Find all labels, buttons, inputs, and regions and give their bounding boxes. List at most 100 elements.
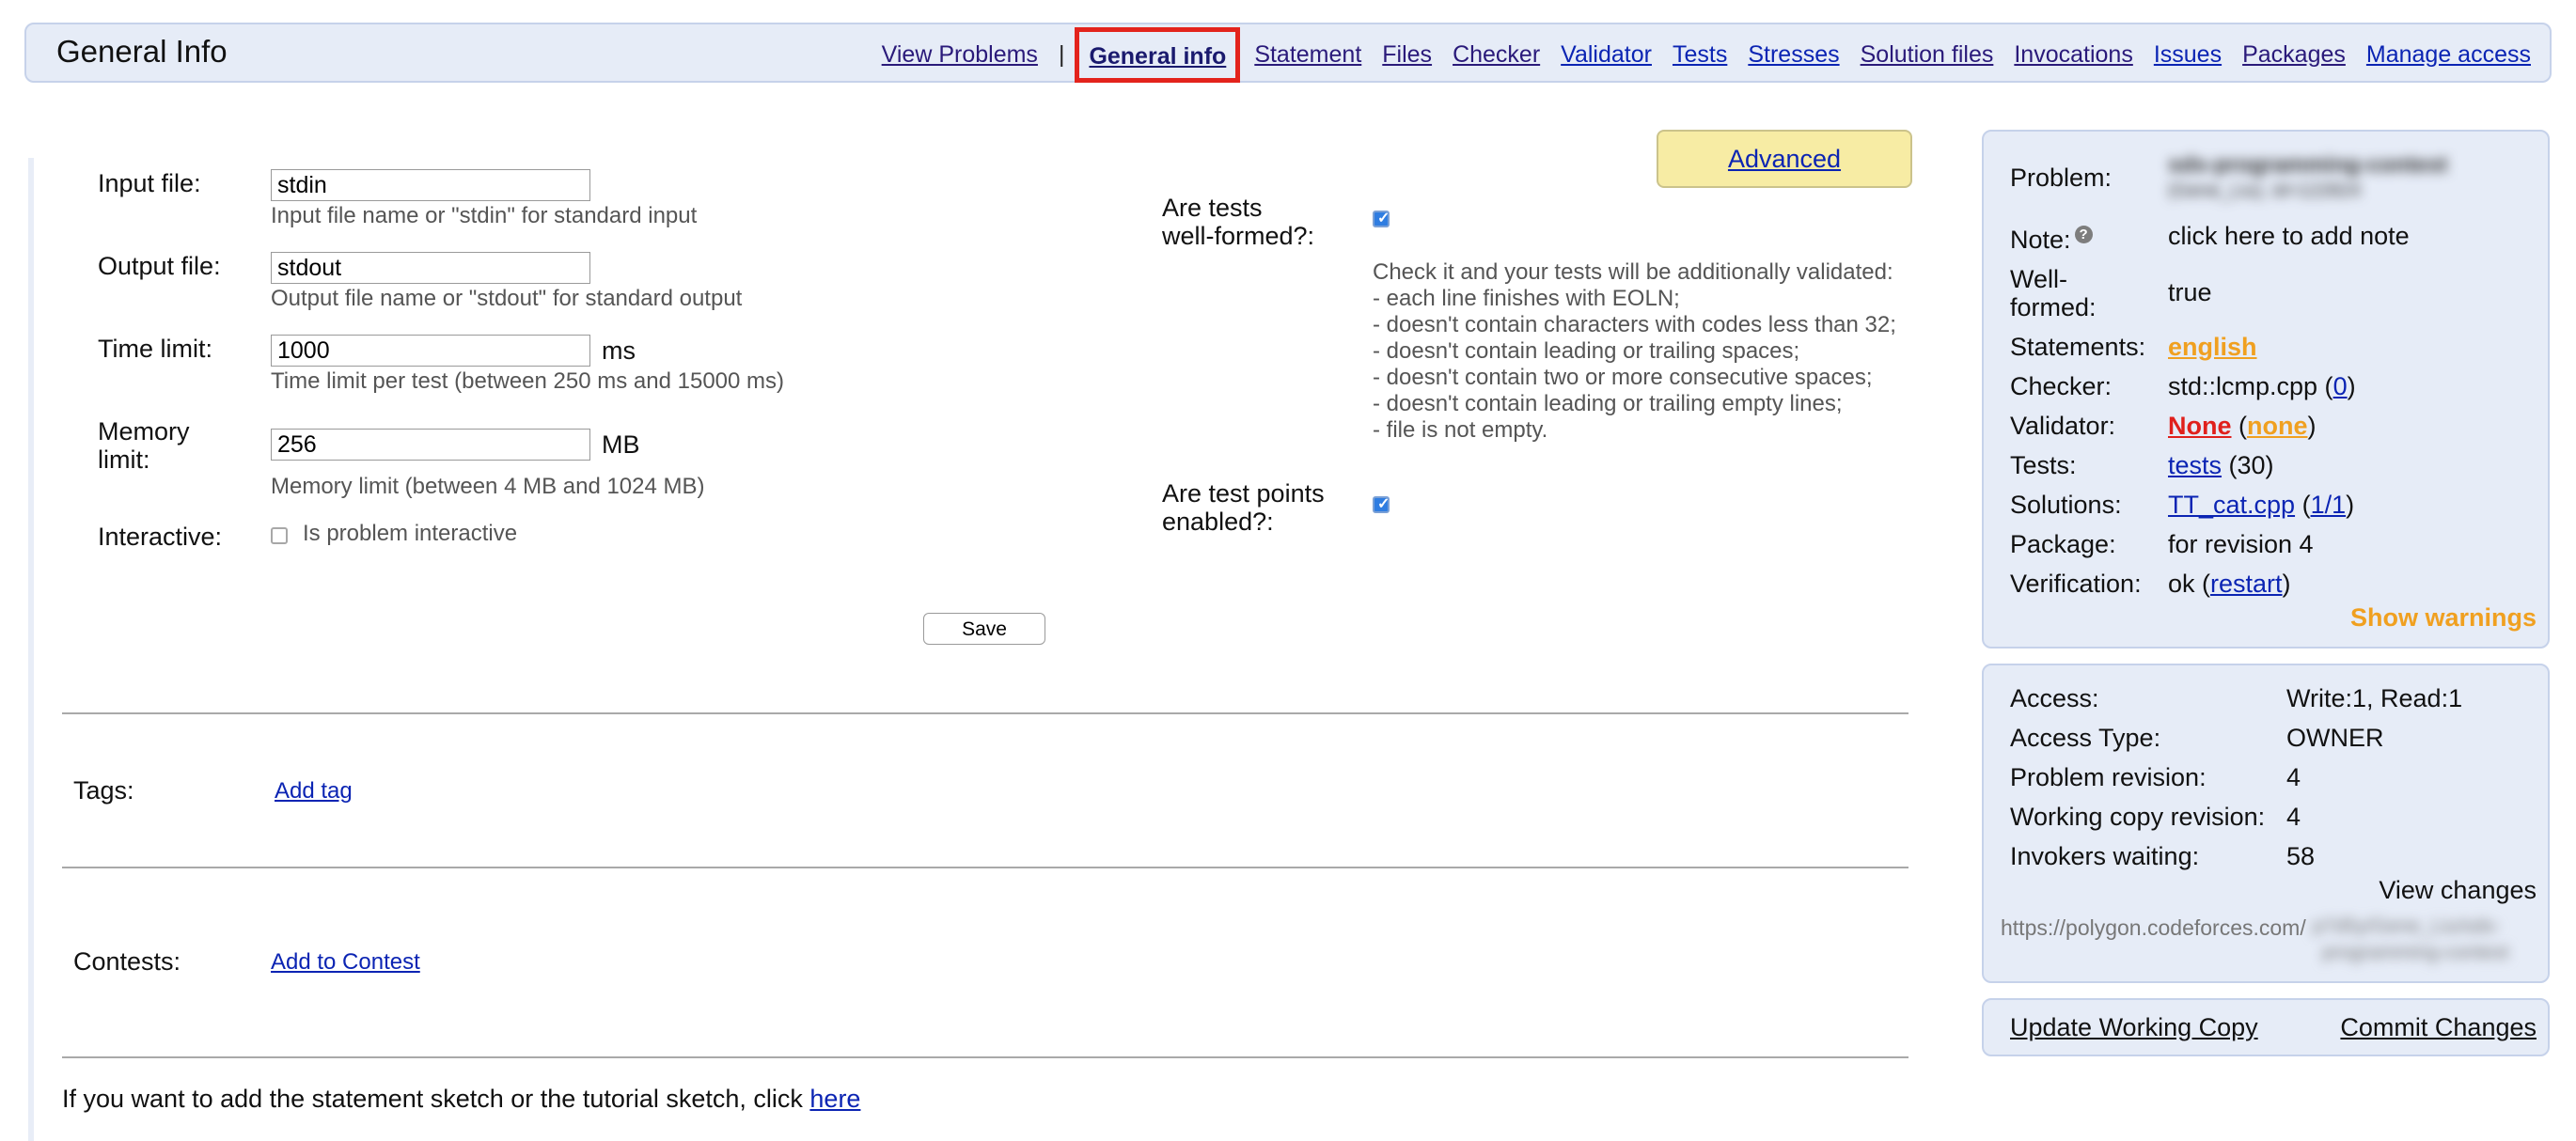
add-to-contest-link[interactable]: Add to Contest [271,949,420,976]
wellformed-value: true [2168,278,2212,306]
description-line: - file is not empty. [1373,417,1548,443]
input-file-label: Input file: [98,169,201,197]
description-line: - doesn't contain leading or trailing em… [1373,391,1843,416]
nav-packages[interactable]: Packages [2242,41,2346,69]
interactive-label: Interactive: [98,523,223,551]
package-label: Package: [2010,530,2116,558]
add-tag-link[interactable]: Add tag [275,778,353,805]
validator-extra-link[interactable]: none [2247,412,2308,440]
nav-validator[interactable]: Validator [1561,41,1652,69]
time-limit-field[interactable] [271,335,590,367]
problem-name-blurred: sds-programming-contest [2168,152,2448,178]
validator-open: ( [2231,412,2247,440]
divider [62,867,1908,868]
save-button[interactable]: Save [923,613,1045,645]
output-file-field[interactable] [271,252,590,284]
tests-wellformed-label-1: Are tests [1162,194,1263,222]
advanced-button[interactable]: Advanced [1657,130,1912,188]
problem-label: Problem: [2010,164,2113,192]
divider [62,712,1908,714]
access-type-label: Access Type: [2010,724,2161,752]
test-points-label-1: Are test points [1162,479,1325,508]
nav-general-info[interactable]: General info [1075,26,1241,83]
working-copy-label: Working copy revision: [2010,803,2266,831]
access-panel: Access: Write:1, Read:1 Access Type: OWN… [1982,664,2550,983]
checker-value: std::lcmp.cpp ( [2168,372,2333,400]
polygon-url-blurred-2: programming-contest [2322,942,2509,963]
page-title: General Info [56,34,228,69]
problem-info-panel: Problem: sds-programming-contest (Gene_L… [1982,130,2550,649]
solutions-close: ) [2346,491,2355,519]
memory-limit-hint: Memory limit (between 4 MB and 1024 MB) [271,474,705,499]
help-icon[interactable]: ? [2074,226,2093,243]
footer-text-line: If you want to add the statement sketch … [62,1085,860,1114]
nav-issues[interactable]: Issues [2154,41,2222,69]
nav-tests[interactable]: Tests [1673,41,1727,69]
access-label: Access: [2010,684,2099,712]
checker-close: ) [2347,372,2356,400]
left-border [28,158,34,1141]
nav-invocations[interactable]: Invocations [2014,41,2132,69]
nav-view-problems[interactable]: View Problems [882,41,1038,69]
problem-revision-label: Problem revision: [2010,763,2207,791]
footer-text: If you want to add the statement sketch … [62,1085,810,1113]
polygon-url-prefix: https://polygon.codeforces.com/ [2001,915,2306,940]
add-note-link[interactable]: click here to add note [2168,222,2410,251]
validator-value-line: None (none) [2168,412,2317,441]
description-line: Check it and your tests will be addition… [1373,259,1893,285]
show-warnings-link[interactable]: Show warnings [2350,603,2537,633]
verification-label: Verification: [2010,570,2142,598]
tags-label: Tags: [73,776,134,805]
validator-none-link[interactable]: None [2168,412,2232,440]
contests-label: Contests: [73,947,181,976]
tests-label: Tests: [2010,451,2077,479]
verification-value: ok ( [2168,570,2211,598]
nav-separator: | [1058,40,1065,68]
nav-manage-access[interactable]: Manage access [2366,41,2531,69]
nav-files[interactable]: Files [1382,41,1432,69]
divider [62,1056,1908,1058]
solutions-ratio-link[interactable]: 1/1 [2311,491,2347,519]
interactive-checkbox[interactable] [271,527,288,544]
validator-close: ) [2307,412,2317,440]
memory-limit-label-1: Memory [98,417,190,445]
description-line: - doesn't contain leading or trailing sp… [1373,338,1800,364]
nav-stresses[interactable]: Stresses [1748,41,1839,69]
wellformed-description: Check it and your tests will be addition… [1373,259,1896,444]
nav-statement[interactable]: Statement [1254,41,1361,69]
interactive-checkbox-label: Is problem interactive [303,521,518,546]
wellformed-label-2: formed: [2010,293,2097,321]
test-points-label-2: enabled?: [1162,508,1274,536]
access-value: Write:1, Read:1 [2286,684,2463,712]
output-file-label: Output file: [98,252,221,280]
note-label: Note: [2010,226,2071,254]
memory-limit-label-2: limit: [98,445,150,474]
access-type-value: OWNER [2286,724,2384,752]
description-line: - doesn't contain characters with codes … [1373,312,1896,337]
update-working-copy-link[interactable]: Update Working Copy [2010,1013,2258,1042]
view-changes-link[interactable]: View changes [2379,876,2537,905]
nav-solution-files[interactable]: Solution files [1861,41,1994,69]
time-limit-unit: ms [602,336,636,365]
output-file-hint: Output file name or "stdout" for standar… [271,286,743,311]
input-file-field[interactable] [271,169,590,201]
test-points-checkbox[interactable]: ✓ [1373,496,1390,513]
nav-checker[interactable]: Checker [1453,41,1540,69]
footer-here-link[interactable]: here [809,1085,860,1113]
memory-limit-field[interactable] [271,429,590,461]
solution-file-link[interactable]: TT_cat.cpp [2168,491,2295,519]
tests-wellformed-checkbox[interactable]: ✓ [1373,211,1390,227]
solutions-value-line: TT_cat.cpp (1/1) [2168,491,2354,520]
invokers-value: 58 [2286,842,2316,870]
statements-english-link[interactable]: english [2168,333,2257,362]
checker-count-link[interactable]: 0 [2333,372,2348,400]
verification-value-line: ok (restart) [2168,570,2291,599]
commit-changes-link[interactable]: Commit Changes [2340,1013,2537,1042]
tests-wellformed-label-2: well-formed?: [1162,222,1315,250]
actions-panel: Update Working Copy Commit Changes [1982,998,2550,1056]
problem-revision-value: 4 [2286,763,2301,791]
note-label-wrap: Note:? [2010,226,2093,255]
tests-link[interactable]: tests [2168,451,2222,479]
restart-link[interactable]: restart [2210,570,2283,598]
top-nav: View Problems | General info Statement F… [861,24,2531,85]
